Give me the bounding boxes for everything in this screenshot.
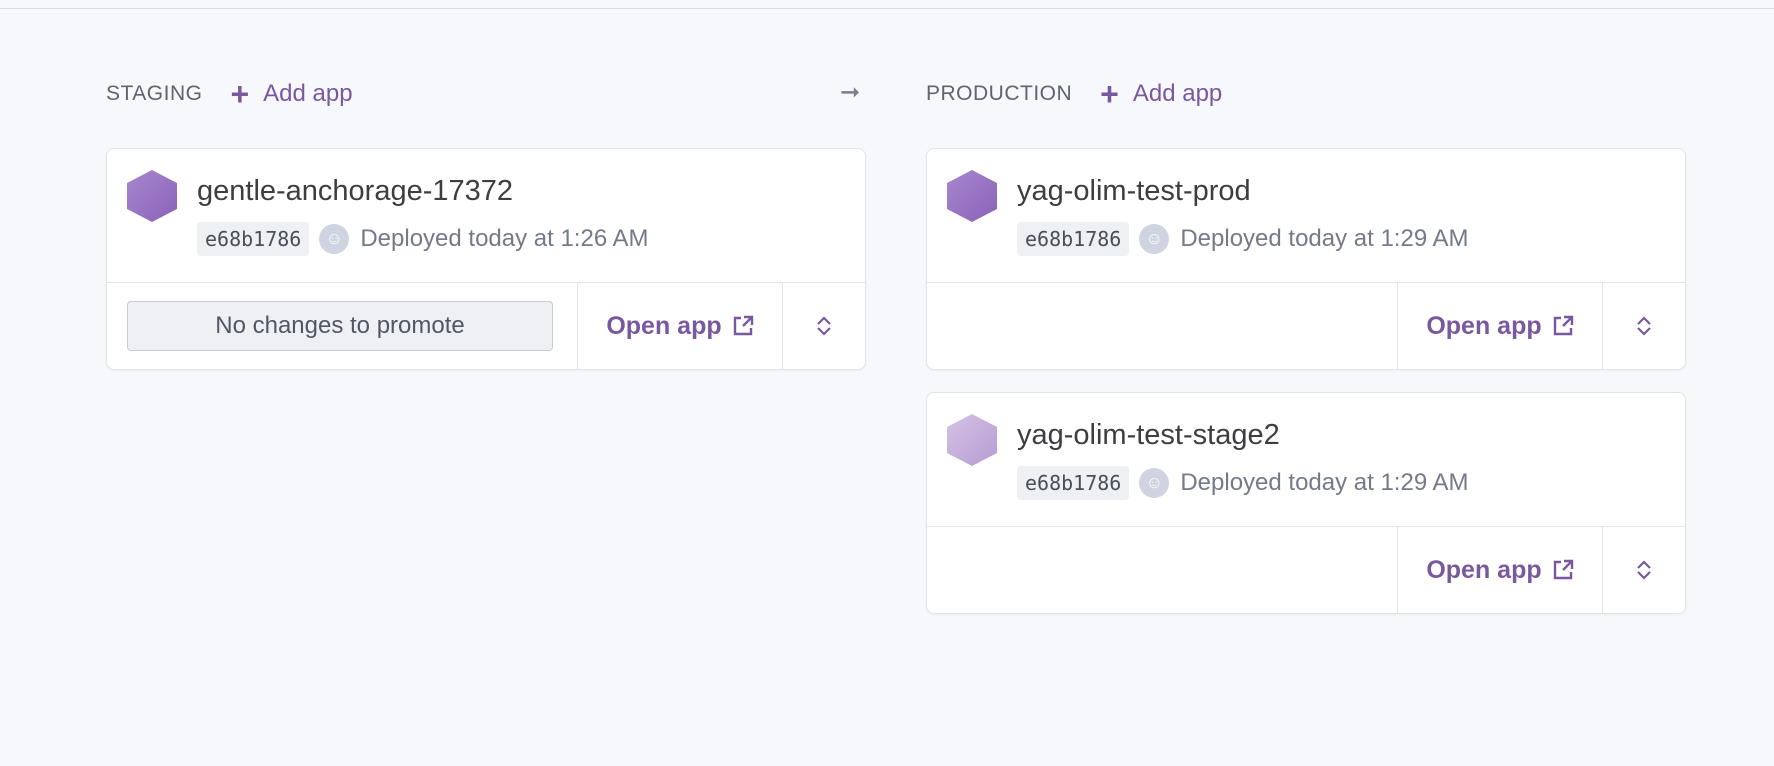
plus-icon: + xyxy=(1100,76,1119,112)
commit-hash[interactable]: e68b1786 xyxy=(1017,222,1130,256)
staging-header: STAGING + Add app xyxy=(106,74,866,114)
commit-hash[interactable]: e68b1786 xyxy=(197,222,310,256)
open-app-button[interactable]: Open app xyxy=(1397,283,1602,369)
app-name[interactable]: gentle-anchorage-17372 xyxy=(197,175,513,208)
external-link-icon xyxy=(1552,315,1574,337)
app-card: yag-olim-test-prod e68b1786 ☺ Deployed t… xyxy=(926,148,1686,370)
open-app-button[interactable]: Open app xyxy=(577,283,782,369)
user-avatar-icon: ☺ xyxy=(1139,224,1170,254)
deploy-meta: e68b1786 ☺ Deployed today at 1:26 AM xyxy=(197,222,649,256)
staging-title: STAGING xyxy=(106,82,203,105)
app-name[interactable]: yag-olim-test-stage2 xyxy=(1017,419,1280,452)
user-avatar-icon: ☺ xyxy=(1139,468,1170,498)
deployed-time: Deployed today at 1:29 AM xyxy=(1180,225,1469,252)
open-app-label: Open app xyxy=(1426,555,1542,584)
hexagon-app-icon xyxy=(127,170,177,222)
app-name[interactable]: yag-olim-test-prod xyxy=(1017,175,1251,208)
production-header: PRODUCTION + Add app xyxy=(926,74,1686,114)
commit-hash[interactable]: e68b1786 xyxy=(1017,466,1130,500)
staging-add-app-button[interactable]: + Add app xyxy=(230,78,352,110)
deploy-meta: e68b1786 ☺ Deployed today at 1:29 AM xyxy=(1017,222,1469,256)
deployed-time: Deployed today at 1:29 AM xyxy=(1180,469,1469,496)
production-add-app-button[interactable]: + Add app xyxy=(1100,78,1222,110)
top-divider xyxy=(0,8,1774,9)
hexagon-app-icon xyxy=(947,170,997,222)
plus-icon: + xyxy=(230,76,250,112)
add-app-label: Add app xyxy=(1132,80,1223,107)
production-column: PRODUCTION + Add app yag-olim-test-prod … xyxy=(926,74,1686,636)
hexagon-app-icon xyxy=(947,414,997,466)
app-card: gentle-anchorage-17372 e68b1786 ☺ Deploy… xyxy=(106,148,866,370)
open-app-label: Open app xyxy=(606,311,722,340)
open-app-button[interactable]: Open app xyxy=(1397,527,1602,613)
promote-button[interactable]: No changes to promote xyxy=(127,301,553,351)
chevron-up-down-icon[interactable] xyxy=(1602,283,1685,369)
user-avatar-icon: ☺ xyxy=(319,224,350,254)
chevron-up-down-icon[interactable] xyxy=(1602,527,1685,613)
external-link-icon xyxy=(1552,559,1574,581)
open-app-label: Open app xyxy=(1426,311,1542,340)
production-title: PRODUCTION xyxy=(926,82,1073,105)
add-app-label: Add app xyxy=(263,80,353,107)
chevron-up-down-icon[interactable] xyxy=(782,283,865,369)
staging-column: STAGING + Add app gentle-anchorage-17372… xyxy=(106,74,866,392)
deployed-time: Deployed today at 1:26 AM xyxy=(360,225,649,252)
external-link-icon xyxy=(732,315,754,337)
deploy-meta: e68b1786 ☺ Deployed today at 1:29 AM xyxy=(1017,466,1469,500)
app-card: yag-olim-test-stage2 e68b1786 ☺ Deployed… xyxy=(926,392,1686,614)
